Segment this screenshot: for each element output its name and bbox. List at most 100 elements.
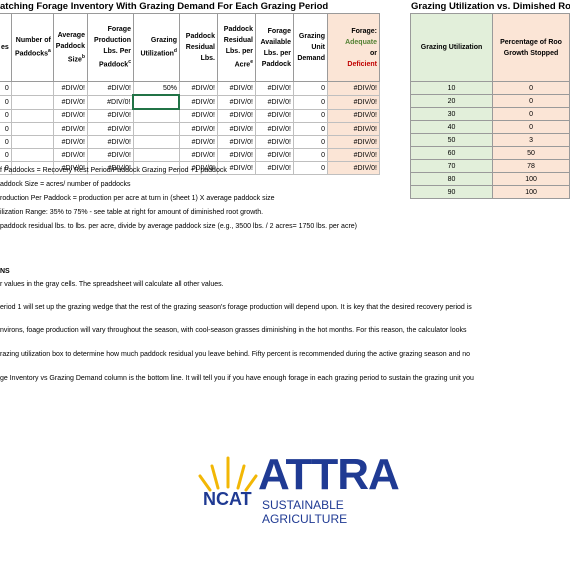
column-header: Forage Production Lbs. Per Paddockc bbox=[86, 13, 134, 82]
table-cell[interactable]: 0 bbox=[292, 81, 328, 96]
table-cell[interactable]: 0 bbox=[292, 94, 328, 110]
table-cell[interactable]: #DIV/0! bbox=[216, 135, 256, 149]
table-row: 70 78 bbox=[409, 159, 570, 173]
table-cell[interactable]: #DIV/0! bbox=[86, 135, 134, 149]
table-cell[interactable]: 78 bbox=[492, 159, 570, 173]
table-cell[interactable]: #DIV/0! bbox=[178, 135, 218, 149]
table-cell[interactable]: 0 bbox=[492, 107, 570, 121]
column-header-label: Number of Paddocks bbox=[14, 37, 51, 58]
table-cell[interactable]: 0 bbox=[292, 108, 328, 123]
table-cell[interactable]: #DIV/0! bbox=[326, 81, 380, 96]
table-cell[interactable] bbox=[10, 122, 54, 136]
column-header: Paddock Residual Lbs. bbox=[178, 13, 218, 82]
table-cell[interactable]: #DIV/0! bbox=[254, 81, 294, 96]
table-cell[interactable]: 0 bbox=[0, 81, 12, 96]
table-cell[interactable] bbox=[10, 148, 54, 162]
table-cell[interactable]: #DIV/0! bbox=[216, 81, 256, 96]
table-cell[interactable] bbox=[10, 108, 54, 123]
table-cell[interactable]: 0 bbox=[0, 108, 12, 123]
table-cell[interactable]: #DIV/0! bbox=[216, 94, 256, 110]
column-header: Percentage of Roo Growth Stopped bbox=[492, 13, 570, 82]
table-cell[interactable]: #DIV/0! bbox=[86, 148, 134, 162]
table-cell[interactable]: 100 bbox=[492, 185, 570, 199]
table-cell[interactable]: #DIV/0! bbox=[178, 81, 218, 96]
table-cell[interactable]: #DIV/0! bbox=[86, 94, 134, 110]
table-cell[interactable]: #DIV/0! bbox=[52, 122, 88, 136]
table-cell[interactable]: #DIV/0! bbox=[326, 148, 380, 162]
table-cell[interactable] bbox=[10, 135, 54, 149]
table-cell[interactable]: #DIV/0! bbox=[52, 148, 88, 162]
table-cell[interactable]: 60 bbox=[409, 146, 494, 160]
table-cell[interactable]: 20 bbox=[409, 94, 494, 108]
table-cell[interactable]: #DIV/0! bbox=[254, 122, 294, 136]
table-cell[interactable] bbox=[132, 108, 180, 123]
table-cell[interactable]: 0 bbox=[292, 148, 328, 162]
table-cell[interactable] bbox=[10, 81, 54, 96]
adequate-label: Adequate bbox=[345, 38, 377, 46]
table-cell[interactable]: 0 bbox=[492, 120, 570, 134]
table-cell[interactable]: 0 bbox=[292, 122, 328, 136]
table-cell[interactable]: 90 bbox=[409, 185, 494, 199]
instruction-line: nvirons, foage production will vary thro… bbox=[0, 327, 467, 334]
table-cell[interactable]: 10 bbox=[409, 81, 494, 95]
table-cell[interactable]: #DIV/0! bbox=[178, 108, 218, 123]
table-cell[interactable]: #DIV/0! bbox=[86, 81, 134, 96]
table-cell[interactable]: 0 bbox=[292, 135, 328, 149]
footnote-d: ilization Range: 35% to 75% - see table … bbox=[0, 209, 264, 216]
column-header-label: Average Paddock Size bbox=[55, 31, 85, 64]
table-row: 40 0 bbox=[409, 120, 570, 134]
table-cell[interactable]: 0 bbox=[0, 94, 12, 110]
table-cell[interactable]: #DIV/0! bbox=[216, 148, 256, 162]
table-cell[interactable]: #DIV/0! bbox=[178, 94, 218, 110]
table-cell[interactable]: #DIV/0! bbox=[216, 122, 256, 136]
table-cell[interactable]: #DIV/0! bbox=[178, 148, 218, 162]
header-row: es Number of Paddocksa Average Paddock Siz… bbox=[0, 13, 380, 82]
table-row: 0 #DIV/0! #DIV/0! #DIV/0! #DIV/0! #DIV/0! 0 #DI… bbox=[0, 122, 380, 136]
table-cell[interactable]: 0 bbox=[0, 148, 12, 162]
table-cell[interactable]: #DIV/0! bbox=[254, 148, 294, 162]
table-cell[interactable]: 0 bbox=[0, 122, 12, 136]
table-cell[interactable] bbox=[132, 94, 181, 110]
table-cell[interactable]: 0 bbox=[0, 135, 12, 149]
table-cell[interactable]: #DIV/0! bbox=[52, 94, 88, 110]
table-cell[interactable]: #DIV/0! bbox=[254, 94, 294, 110]
table-cell[interactable]: 80 bbox=[409, 172, 494, 186]
table-cell[interactable]: #DIV/0! bbox=[326, 108, 380, 123]
side-table-title: Grazing Utilization vs. Dimished Root Gr bbox=[411, 1, 570, 12]
table-cell[interactable]: #DIV/0! bbox=[254, 108, 294, 123]
table-cell[interactable]: #DIV/0! bbox=[326, 135, 380, 149]
footnotes: f Paddocks = Recovery Rest Period/Paddoc… bbox=[0, 167, 357, 237]
table-cell[interactable]: #DIV/0! bbox=[52, 81, 88, 96]
table-cell[interactable]: #DIV/0! bbox=[216, 108, 256, 123]
table-cell[interactable]: 50 bbox=[409, 133, 494, 147]
table-cell[interactable]: 0 bbox=[492, 81, 570, 95]
table-cell[interactable]: #DIV/0! bbox=[326, 94, 380, 110]
table-cell[interactable] bbox=[132, 135, 180, 149]
table-cell[interactable]: #DIV/0! bbox=[86, 108, 134, 123]
table-cell[interactable]: #DIV/0! bbox=[326, 122, 380, 136]
table-cell[interactable]: #DIV/0! bbox=[52, 135, 88, 149]
column-header: Grazing Utilization bbox=[409, 13, 494, 82]
table-cell[interactable]: #DIV/0! bbox=[254, 135, 294, 149]
deficient-label: Deficient bbox=[347, 60, 377, 68]
column-header-label: Paddock Residual Lbs. per Acre bbox=[223, 26, 253, 69]
table-cell[interactable]: 30 bbox=[409, 107, 494, 121]
logo-tagline: SUSTAINABLE AGRICULTURE bbox=[262, 498, 348, 526]
table-cell[interactable]: #DIV/0! bbox=[52, 108, 88, 123]
table-cell[interactable]: 100 bbox=[492, 172, 570, 186]
table-cell[interactable]: 0 bbox=[492, 94, 570, 108]
table-cell[interactable]: #DIV/0! bbox=[178, 122, 218, 136]
table-cell[interactable]: 3 bbox=[492, 133, 570, 147]
table-cell[interactable]: 50 bbox=[492, 146, 570, 160]
table-cell[interactable]: #DIV/0! bbox=[86, 122, 134, 136]
footnote-marker: e bbox=[250, 59, 253, 66]
table-cell[interactable]: 50% bbox=[132, 81, 180, 96]
table-cell[interactable]: 40 bbox=[409, 120, 494, 134]
table-row: 80 100 bbox=[409, 172, 570, 186]
column-header: Grazing Unit Demand bbox=[292, 13, 328, 82]
table-cell[interactable] bbox=[10, 94, 54, 110]
table-row: 50 3 bbox=[409, 133, 570, 147]
table-cell[interactable] bbox=[132, 122, 180, 136]
table-cell[interactable] bbox=[132, 148, 180, 162]
table-cell[interactable]: 70 bbox=[409, 159, 494, 173]
